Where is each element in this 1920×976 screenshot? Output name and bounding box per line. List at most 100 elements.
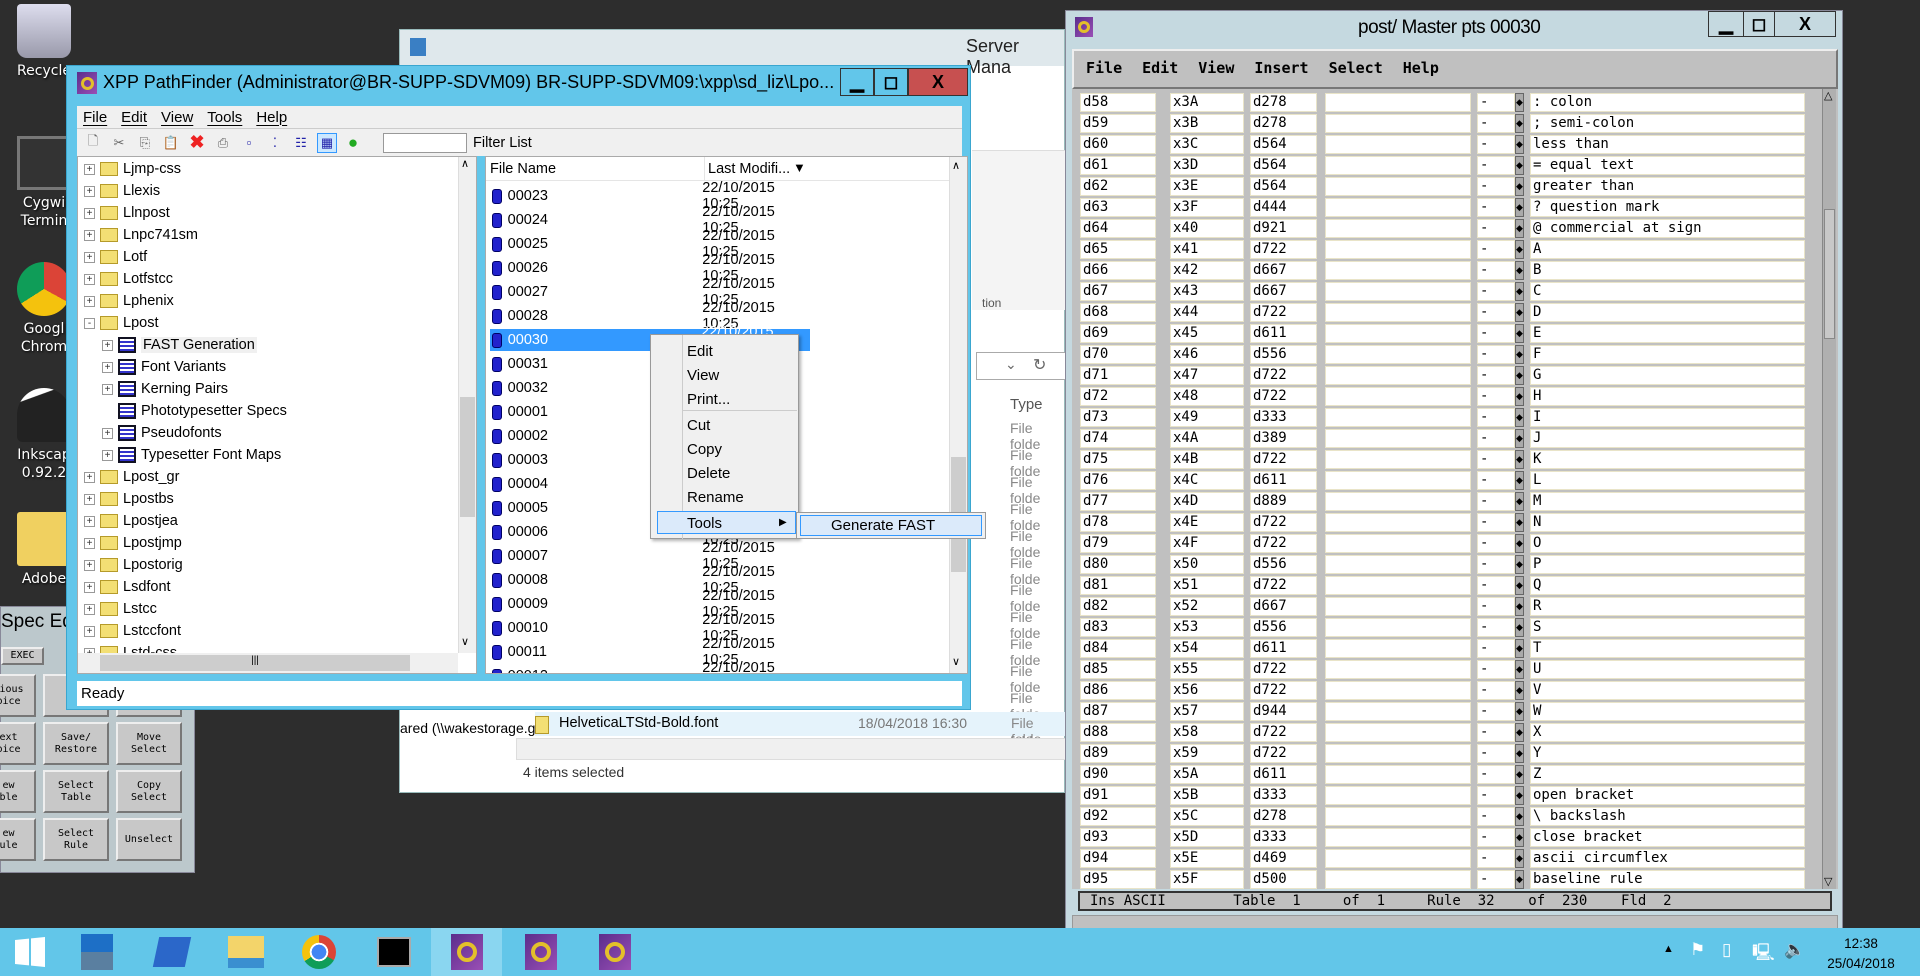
tree-item[interactable]: + FAST Generation — [102, 334, 257, 356]
combo-arrow-icon[interactable]: ◆ — [1515, 261, 1524, 280]
decimal-code-field[interactable]: d94 — [1080, 849, 1156, 868]
extra-field[interactable] — [1325, 576, 1471, 595]
width-field[interactable]: d667 — [1250, 261, 1317, 280]
minimize-button[interactable]: ▁ — [1708, 11, 1744, 37]
decimal-code-field[interactable]: d77 — [1080, 492, 1156, 511]
description-field[interactable]: B — [1530, 261, 1805, 280]
volume-muted-icon[interactable]: 🔈 — [1784, 940, 1805, 960]
width-field[interactable]: d333 — [1250, 786, 1317, 805]
tree-horizontal-scrollbar[interactable]: ||| — [78, 653, 458, 673]
hex-code-field[interactable]: x40 — [1170, 219, 1244, 238]
combo-arrow-icon[interactable]: ◆ — [1515, 156, 1524, 175]
decimal-code-field[interactable]: d74 — [1080, 429, 1156, 448]
expand-icon[interactable]: + — [84, 229, 95, 241]
hex-code-field[interactable]: x52 — [1170, 597, 1244, 616]
hex-code-field[interactable]: x57 — [1170, 702, 1244, 721]
combo-arrow-icon[interactable]: ◆ — [1515, 114, 1524, 133]
maximize-button[interactable]: ◻ — [1743, 11, 1775, 37]
master-pts-window[interactable]: post/ Master pts 00030 ▁ ◻ X File Edit Vie… — [1065, 10, 1843, 931]
combo-field[interactable]: - — [1477, 219, 1515, 238]
tree-item[interactable]: + Kerning Pairs — [102, 378, 228, 400]
description-field[interactable]: J — [1530, 429, 1805, 448]
extra-field[interactable] — [1325, 135, 1471, 154]
tree-item[interactable]: + Pseudofonts — [102, 422, 222, 444]
scroll-down-icon[interactable]: ∨ — [461, 635, 469, 648]
taskbar-xpp[interactable] — [579, 928, 650, 976]
combo-field[interactable]: - — [1477, 261, 1515, 280]
combo-field[interactable]: - — [1477, 618, 1515, 637]
width-field[interactable]: d389 — [1250, 429, 1317, 448]
decimal-code-field[interactable]: d93 — [1080, 828, 1156, 847]
tree-item[interactable]: + Lotf — [84, 246, 147, 268]
width-field[interactable]: d469 — [1250, 849, 1317, 868]
combo-field[interactable]: - — [1477, 450, 1515, 469]
taskbar-file-explorer[interactable] — [212, 928, 280, 976]
expand-icon[interactable]: + — [84, 603, 95, 615]
spec-button[interactable]: Unselect — [116, 818, 182, 861]
width-field[interactable]: d722 — [1250, 744, 1317, 763]
decimal-code-field[interactable]: d87 — [1080, 702, 1156, 721]
hex-code-field[interactable]: x53 — [1170, 618, 1244, 637]
width-field[interactable]: d444 — [1250, 198, 1317, 217]
combo-arrow-icon[interactable]: ◆ — [1515, 534, 1524, 553]
extra-field[interactable] — [1325, 744, 1471, 763]
tree-item[interactable]: + Ljmp-css — [84, 158, 181, 180]
combo-arrow-icon[interactable]: ◆ — [1515, 408, 1524, 427]
hex-code-field[interactable]: x59 — [1170, 744, 1244, 763]
hex-code-field[interactable]: x4F — [1170, 534, 1244, 553]
hex-code-field[interactable]: x55 — [1170, 660, 1244, 679]
menu-view[interactable]: View — [161, 109, 193, 126]
hex-code-field[interactable]: x50 — [1170, 555, 1244, 574]
menu-item-cut[interactable]: Cut — [687, 417, 710, 434]
extra-field[interactable] — [1325, 387, 1471, 406]
menu-file[interactable]: File — [83, 109, 107, 126]
paste-icon[interactable]: 📋 — [161, 133, 181, 153]
description-field[interactable]: I — [1530, 408, 1805, 427]
combo-field[interactable]: - — [1477, 240, 1515, 259]
address-bar[interactable]: ⌄ ↻ — [976, 352, 1066, 380]
combo-field[interactable]: - — [1477, 429, 1515, 448]
width-field[interactable]: d722 — [1250, 660, 1317, 679]
context-menu[interactable]: Edit View Print... Cut Copy Delete Rename Tools… — [650, 334, 799, 539]
menu-view[interactable]: View — [1198, 59, 1234, 79]
table-vertical-scrollbar[interactable]: △ ▽ — [1822, 89, 1836, 889]
expand-icon[interactable]: + — [84, 163, 95, 175]
decimal-code-field[interactable]: d59 — [1080, 114, 1156, 133]
decimal-code-field[interactable]: d72 — [1080, 387, 1156, 406]
width-field[interactable]: d667 — [1250, 597, 1317, 616]
collapse-icon[interactable]: - — [84, 317, 95, 329]
expand-icon[interactable]: + — [84, 295, 95, 307]
combo-field[interactable]: - — [1477, 492, 1515, 511]
description-field[interactable]: N — [1530, 513, 1805, 532]
column-file-name[interactable]: File Name — [490, 161, 556, 177]
combo-arrow-icon[interactable]: ◆ — [1515, 828, 1524, 847]
scroll-up-icon[interactable]: ∧ — [461, 157, 469, 170]
combo-field[interactable]: - — [1477, 324, 1515, 343]
combo-field[interactable]: - — [1477, 660, 1515, 679]
hex-code-field[interactable]: x5A — [1170, 765, 1244, 784]
description-field[interactable]: W — [1530, 702, 1805, 721]
width-field[interactable]: d611 — [1250, 765, 1317, 784]
copy-icon[interactable]: ⎘ — [135, 133, 155, 153]
refresh-icon[interactable]: ● — [343, 133, 363, 153]
spec-button[interactable]: Save/ Restore — [43, 722, 109, 765]
extra-field[interactable] — [1325, 597, 1471, 616]
expand-icon[interactable]: + — [102, 361, 113, 373]
combo-arrow-icon[interactable]: ◆ — [1515, 492, 1524, 511]
extra-field[interactable] — [1325, 240, 1471, 259]
expand-icon[interactable]: + — [84, 581, 95, 593]
tree-item[interactable]: + Lstccfont — [84, 620, 181, 642]
combo-arrow-icon[interactable]: ◆ — [1515, 807, 1524, 826]
combo-field[interactable]: - — [1477, 807, 1515, 826]
combo-arrow-icon[interactable]: ◆ — [1515, 639, 1524, 658]
tree-item[interactable]: + Font Variants — [102, 356, 226, 378]
extra-field[interactable] — [1325, 660, 1471, 679]
column-last-modified[interactable]: Last Modifi... — [708, 161, 790, 177]
width-field[interactable]: d889 — [1250, 492, 1317, 511]
combo-field[interactable]: - — [1477, 702, 1515, 721]
hex-code-field[interactable]: x51 — [1170, 576, 1244, 595]
large-icons-icon[interactable]: ▫ — [239, 133, 259, 153]
description-field[interactable]: F — [1530, 345, 1805, 364]
taskbar-start[interactable] — [0, 928, 60, 976]
description-field[interactable]: P — [1530, 555, 1805, 574]
